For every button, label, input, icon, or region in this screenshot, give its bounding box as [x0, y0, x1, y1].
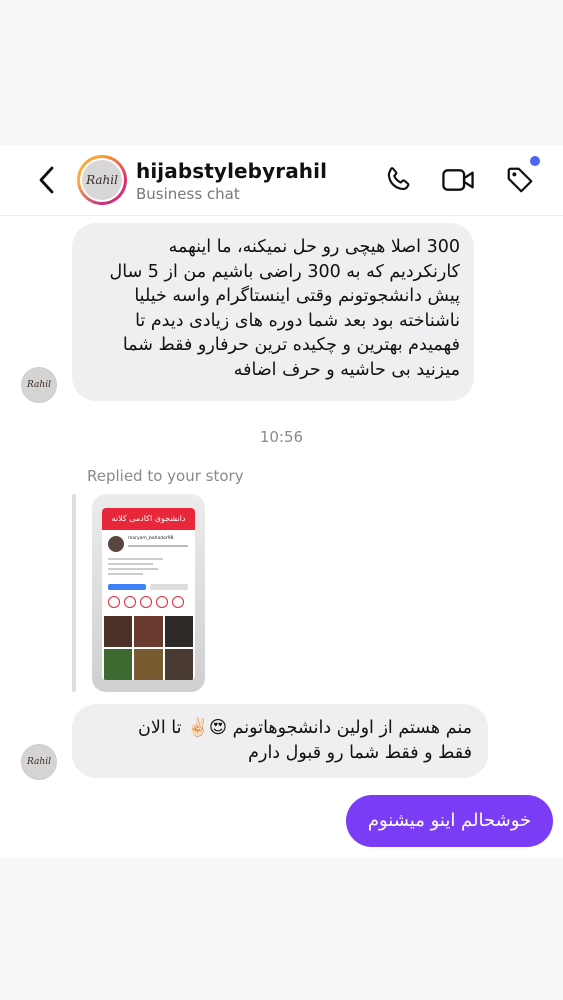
message-text: منم هستم از اولین دانشجوهاتونم 😍✌🏻 تا ال…: [138, 718, 472, 763]
chat-header: Rahil hijabstylebyrahil Business chat: [0, 145, 563, 216]
story-banner: دانشجوی اکادمی کلانه: [102, 508, 195, 530]
profile-avatar[interactable]: Rahil: [77, 155, 127, 205]
labels-button[interactable]: [503, 163, 537, 197]
reply-quote-bar: [72, 494, 76, 692]
story-screenshot: دانشجوی اکادمی کلانه maryam_bahador98: [102, 508, 195, 680]
voice-call-button[interactable]: [381, 163, 415, 197]
outgoing-message[interactable]: خوشحالم اینو میشنوم: [346, 795, 553, 847]
incoming-message[interactable]: منم هستم از اولین دانشجوهاتونم 😍✌🏻 تا ال…: [72, 704, 488, 778]
phone-icon: [387, 167, 410, 191]
video-call-button[interactable]: [441, 163, 475, 197]
notification-dot: [530, 156, 540, 166]
video-camera-icon: [442, 169, 474, 191]
story-post-grid: [104, 616, 193, 680]
message-text: 300 اصلا هیچی رو حل نمیکنه، ما اینهمه کا…: [109, 237, 460, 380]
back-button[interactable]: [30, 163, 64, 197]
chat-username[interactable]: hijabstylebyrahil: [136, 159, 327, 183]
chat-subtitle: Business chat: [136, 185, 240, 203]
message-timestamp: 10:56: [259, 428, 304, 446]
sender-avatar[interactable]: Rahil: [21, 744, 57, 780]
sender-avatar[interactable]: Rahil: [21, 367, 57, 403]
tag-icon: [507, 167, 533, 193]
top-blank-area: [0, 0, 563, 145]
story-profile-handle: maryam_bahador98: [128, 536, 174, 541]
story-profile-pic: [108, 536, 124, 552]
back-icon: [39, 166, 54, 194]
story-thumbnail[interactable]: دانشجوی اکادمی کلانه maryam_bahador98: [92, 494, 205, 692]
story-reply-label: Replied to your story: [87, 467, 244, 485]
avatar-logo: Rahil: [82, 160, 122, 200]
bottom-blank-area: [0, 858, 563, 1000]
incoming-message[interactable]: 300 اصلا هیچی رو حل نمیکنه، ما اینهمه کا…: [72, 223, 474, 401]
